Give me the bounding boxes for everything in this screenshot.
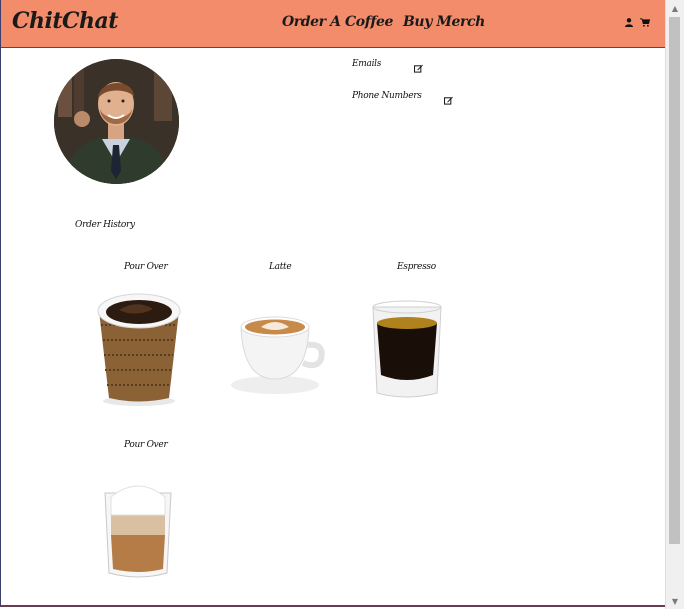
scrollbar-thumb[interactable] xyxy=(669,17,680,544)
espresso-glass-image xyxy=(367,293,447,407)
paper-cup-coffee-image xyxy=(87,285,191,411)
edit-emails-icon[interactable] xyxy=(414,58,423,77)
scroll-down-arrow-icon[interactable]: ▼ xyxy=(666,593,684,609)
emails-label: Emails xyxy=(352,59,382,69)
user-icon[interactable] xyxy=(625,18,633,27)
order-item-name: Pour Over xyxy=(124,440,168,450)
vertical-scrollbar[interactable]: ▲ ▼ xyxy=(665,0,684,609)
emails-row: Emails xyxy=(352,59,381,69)
order-item-name: Latte xyxy=(269,262,292,272)
brand-logo[interactable]: ChitChat xyxy=(12,8,118,34)
order-history-title: Order History xyxy=(75,220,135,230)
nav-link-order-coffee[interactable]: Order A Coffee xyxy=(282,14,393,30)
nav-links: Order A Coffee Buy Merch xyxy=(282,14,485,30)
cart-icon[interactable] xyxy=(640,18,650,27)
app-frame: ChitChat Order A Coffee Buy Merch Emails… xyxy=(0,0,665,607)
latte-cup-image xyxy=(223,305,327,409)
order-item-name: Pour Over xyxy=(124,262,168,272)
nav-icons xyxy=(625,18,650,27)
phone-numbers-label: Phone Numbers xyxy=(352,91,422,101)
top-navbar: ChitChat Order A Coffee Buy Merch xyxy=(1,0,665,48)
order-item-name: Espresso xyxy=(397,262,436,272)
edit-phone-numbers-icon[interactable] xyxy=(444,90,453,109)
nav-link-buy-merch[interactable]: Buy Merch xyxy=(403,14,485,30)
scroll-up-arrow-icon[interactable]: ▲ xyxy=(666,0,684,16)
profile-avatar xyxy=(54,59,179,184)
layered-glass-coffee-image xyxy=(101,477,175,585)
phone-numbers-row: Phone Numbers xyxy=(352,91,422,101)
